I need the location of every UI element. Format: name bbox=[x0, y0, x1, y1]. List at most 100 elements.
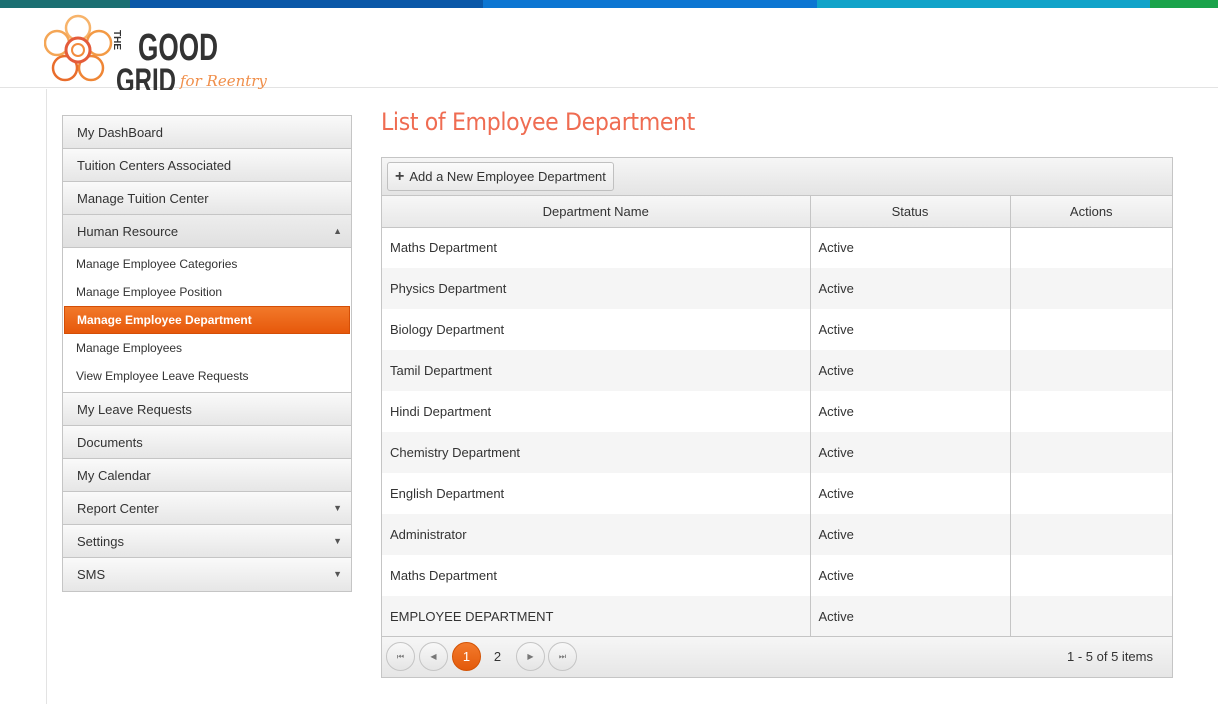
department-table: Department Name Status Actions Maths Dep… bbox=[382, 196, 1172, 637]
sidebar-item-sms[interactable]: SMS ▼ bbox=[63, 558, 351, 591]
status-cell: Active bbox=[809, 432, 1010, 473]
actions-cell bbox=[1009, 391, 1172, 432]
chevron-down-icon: ▼ bbox=[333, 569, 342, 579]
submenu-item-employees[interactable]: Manage Employees bbox=[63, 334, 351, 362]
sidebar-item-tuition-centers-associated[interactable]: Tuition Centers Associated bbox=[63, 149, 351, 182]
submenu-item-employee-department[interactable]: Manage Employee Department bbox=[64, 306, 350, 334]
status-cell: Active bbox=[809, 391, 1010, 432]
status-cell: Active bbox=[809, 350, 1010, 391]
sidebar-item-settings[interactable]: Settings ▼ bbox=[63, 525, 351, 558]
status-cell: Active bbox=[809, 309, 1010, 350]
submenu-item-employee-categories[interactable]: Manage Employee Categories bbox=[63, 250, 351, 278]
department-name-cell: Physics Department bbox=[382, 268, 810, 309]
header: THE GOOD GRID for Reentry bbox=[0, 8, 1218, 90]
table-row[interactable]: English Department Active bbox=[382, 473, 1172, 514]
page-1-button[interactable]: 1 bbox=[452, 642, 481, 671]
page-2-button[interactable]: 2 bbox=[483, 642, 512, 671]
add-department-label: Add a New Employee Department bbox=[409, 169, 606, 184]
status-cell: Active bbox=[809, 268, 1010, 309]
sidebar-item-label: My DashBoard bbox=[77, 125, 163, 140]
actions-cell bbox=[1009, 350, 1172, 391]
department-name-cell: Hindi Department bbox=[390, 404, 492, 419]
page-title: List of Employee Department bbox=[381, 108, 695, 136]
status-cell: Active bbox=[809, 514, 1010, 555]
sidebar-item-label: Report Center bbox=[77, 501, 159, 516]
topbar-segment bbox=[1150, 0, 1218, 8]
first-page-icon[interactable]: ⏮ bbox=[386, 642, 415, 671]
human-resource-submenu: Manage Employee Categories Manage Employ… bbox=[63, 248, 351, 393]
sidebar-item-label: Settings bbox=[77, 534, 124, 549]
status-cell: Active bbox=[809, 555, 1010, 596]
sidebar-item-label: Tuition Centers Associated bbox=[77, 158, 232, 173]
table-row[interactable]: Maths Department Active bbox=[382, 555, 1172, 596]
table-row[interactable]: Administrator Active bbox=[382, 514, 1172, 555]
chevron-up-icon: ▲ bbox=[333, 226, 342, 236]
submenu-item-employee-position[interactable]: Manage Employee Position bbox=[63, 278, 351, 306]
topbar-segment bbox=[0, 0, 130, 8]
top-color-bar bbox=[0, 0, 1218, 8]
column-header-department-name[interactable]: Department Name bbox=[382, 196, 810, 228]
actions-cell bbox=[1009, 309, 1172, 350]
pager: ⏮ ◀ 1 2 ▶ ⏭ 1 - 5 of 5 items bbox=[382, 636, 1172, 677]
department-grid: + Add a New Employee Department Departme… bbox=[381, 157, 1173, 678]
department-name-cell: English Department bbox=[390, 486, 505, 501]
table-row[interactable]: Chemistry Department Active bbox=[382, 432, 1172, 473]
submenu-item-leave-requests[interactable]: View Employee Leave Requests bbox=[63, 362, 351, 390]
table-row[interactable]: Maths Department Active bbox=[382, 227, 1172, 268]
sidebar-item-my-calendar[interactable]: My Calendar bbox=[63, 459, 351, 492]
actions-cell bbox=[1009, 227, 1172, 268]
logo-tagline: for Reentry bbox=[179, 72, 267, 90]
topbar-segment bbox=[817, 0, 1150, 8]
actions-cell bbox=[1009, 514, 1172, 555]
sidebar-item-dashboard[interactable]: My DashBoard bbox=[63, 116, 351, 149]
last-page-icon[interactable]: ⏭ bbox=[548, 642, 577, 671]
sidebar-item-human-resource[interactable]: Human Resource ▲ bbox=[63, 215, 351, 248]
table-row[interactable]: Hindi Department Active bbox=[382, 391, 1172, 432]
status-cell: Active bbox=[809, 473, 1010, 514]
status-cell: Active bbox=[809, 227, 1010, 268]
grid-toolbar: + Add a New Employee Department bbox=[382, 158, 1172, 196]
department-name-cell: Administrator bbox=[382, 514, 810, 555]
sidebar-item-label: My Calendar bbox=[77, 468, 151, 483]
sidebar-item-label: Human Resource bbox=[77, 224, 179, 239]
sidebar-item-my-leave-requests[interactable]: My Leave Requests bbox=[63, 393, 351, 426]
sidebar-item-label: Documents bbox=[77, 435, 143, 450]
column-header-status[interactable]: Status bbox=[809, 196, 1010, 228]
logo-flower-icon: THE GOOD GRID for Reentry bbox=[44, 14, 267, 90]
actions-cell bbox=[1009, 596, 1172, 637]
sidebar-item-label: SMS bbox=[77, 567, 106, 582]
logo-grid-text: GRID bbox=[116, 62, 176, 90]
sidebar-item-documents[interactable]: Documents bbox=[63, 426, 351, 459]
department-name-cell: EMPLOYEE DEPARTMENT bbox=[382, 596, 810, 637]
content-divider bbox=[46, 89, 47, 704]
next-page-icon[interactable]: ▶ bbox=[516, 642, 545, 671]
department-name-cell: Chemistry Department bbox=[382, 432, 810, 473]
plus-icon: + bbox=[395, 167, 405, 185]
sidebar-item-label: Manage Tuition Center bbox=[77, 191, 209, 206]
actions-cell bbox=[1009, 555, 1172, 596]
department-name-cell: Maths Department bbox=[390, 240, 497, 256]
department-name-cell: Biology Department bbox=[390, 322, 505, 337]
sidebar-item-label: My Leave Requests bbox=[77, 402, 192, 417]
sidebar: My DashBoard Tuition Centers Associated … bbox=[62, 115, 352, 592]
sidebar-item-manage-tuition-center[interactable]: Manage Tuition Center bbox=[63, 182, 351, 215]
sidebar-item-report-center[interactable]: Report Center ▼ bbox=[63, 492, 351, 525]
table-row[interactable]: EMPLOYEE DEPARTMENT Active bbox=[382, 596, 1172, 637]
actions-cell bbox=[1009, 473, 1172, 514]
table-row[interactable]: Tamil Department Active bbox=[382, 350, 1172, 391]
table-row[interactable]: Physics Department Active bbox=[382, 268, 1172, 309]
topbar-segment bbox=[130, 0, 483, 8]
status-cell: Active bbox=[809, 596, 1010, 637]
svg-text:THE: THE bbox=[111, 30, 122, 50]
actions-cell bbox=[1009, 268, 1172, 309]
add-department-button[interactable]: + Add a New Employee Department bbox=[387, 162, 614, 191]
pager-info: 1 - 5 of 5 items bbox=[1067, 649, 1153, 664]
logo[interactable]: THE GOOD GRID for Reentry bbox=[44, 14, 274, 90]
department-name-cell: Tamil Department bbox=[382, 350, 810, 391]
column-header-actions[interactable]: Actions bbox=[1009, 196, 1172, 228]
prev-page-icon[interactable]: ◀ bbox=[419, 642, 448, 671]
table-row[interactable]: Biology Department Active bbox=[382, 309, 1172, 350]
chevron-down-icon: ▼ bbox=[333, 503, 342, 513]
topbar-segment bbox=[483, 0, 817, 8]
department-name-cell: Maths Department bbox=[390, 568, 497, 583]
